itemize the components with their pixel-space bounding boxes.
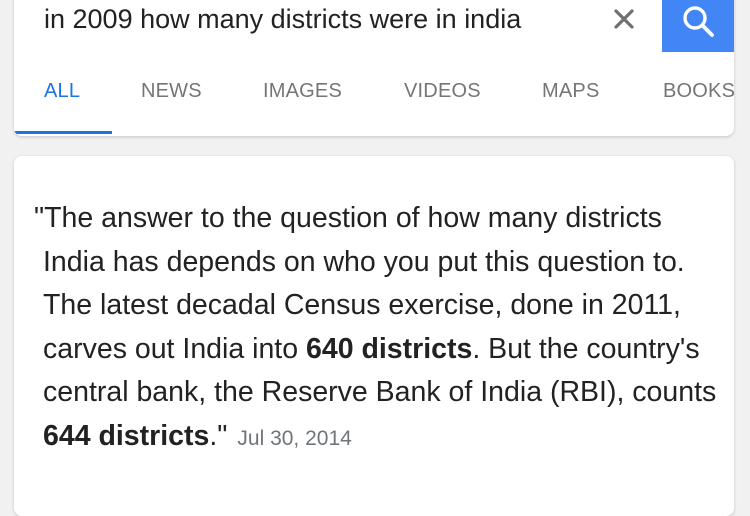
close-icon — [614, 9, 634, 29]
snippet-highlight: 644 districts — [43, 419, 210, 452]
featured-snippet-text: "The answer to the question of how many … — [34, 197, 723, 460]
search-button[interactable] — [662, 0, 734, 52]
search-tabs: ALL NEWS IMAGES VIDEOS MAPS BOOKS — [14, 76, 734, 136]
active-tab-indicator — [14, 131, 112, 134]
tab-videos[interactable]: VIDEOS — [404, 76, 481, 136]
tab-all[interactable]: ALL — [44, 76, 80, 136]
search-card: ALL NEWS IMAGES VIDEOS MAPS BOOKS — [14, 0, 734, 136]
search-icon — [683, 6, 714, 37]
search-bar — [14, 0, 734, 54]
snippet-date: Jul 30, 2014 — [237, 426, 352, 450]
search-input[interactable] — [44, 0, 604, 38]
clear-search-button[interactable] — [604, 0, 644, 38]
tab-news[interactable]: NEWS — [141, 76, 202, 136]
snippet-highlight: 640 districts — [306, 332, 473, 365]
featured-snippet-card: "The answer to the question of how many … — [14, 156, 734, 516]
snippet-text-part: ." — [209, 419, 228, 452]
tab-books[interactable]: BOOKS — [663, 76, 734, 136]
tab-maps[interactable]: MAPS — [542, 76, 599, 136]
tab-images[interactable]: IMAGES — [263, 76, 342, 136]
